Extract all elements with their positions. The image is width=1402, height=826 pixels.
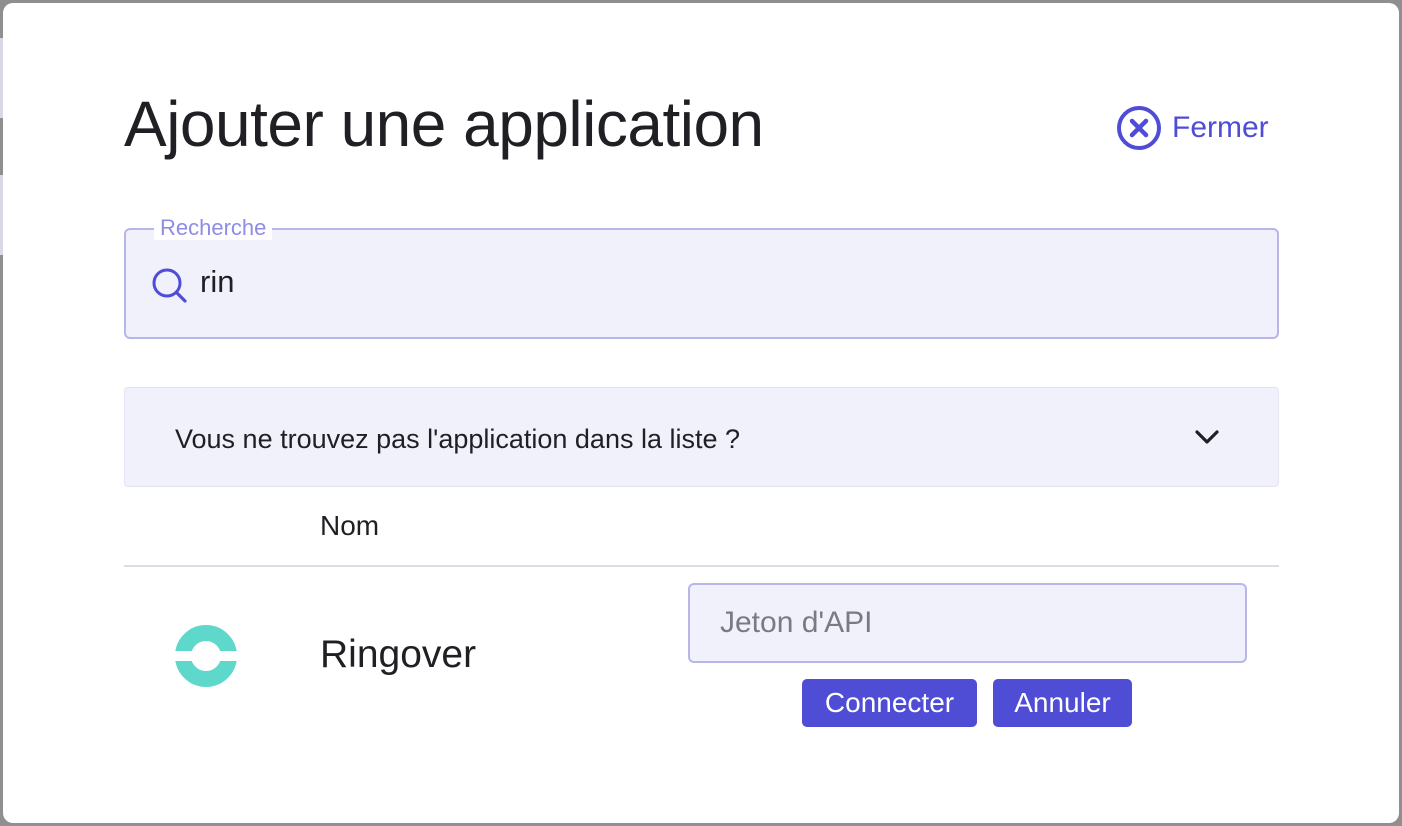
search-icon <box>150 266 190 311</box>
search-input[interactable]: rin <box>200 264 234 300</box>
add-application-modal: Ajouter une application Fermer Recherche… <box>3 3 1399 823</box>
missing-app-accordion[interactable]: Vous ne trouvez pas l'application dans l… <box>124 387 1279 487</box>
app-name: Ringover <box>320 633 477 676</box>
search-legend: Recherche <box>154 216 273 240</box>
search-field[interactable]: Recherche rin <box>124 216 1279 339</box>
api-token-input[interactable] <box>688 583 1247 663</box>
close-circle-icon <box>1116 105 1162 151</box>
close-label: Fermer <box>1172 111 1269 144</box>
chevron-down-icon <box>1194 428 1220 451</box>
cancel-button[interactable]: Annuler <box>993 679 1132 727</box>
accordion-label: Vous ne trouvez pas l'application dans l… <box>175 424 741 454</box>
connect-button[interactable]: Connecter <box>802 679 977 727</box>
modal-title: Ajouter une application <box>124 88 764 160</box>
table-divider <box>124 565 1279 567</box>
ringover-logo <box>173 623 239 694</box>
column-header-name: Nom <box>320 510 380 541</box>
close-button[interactable]: Fermer <box>1116 104 1269 152</box>
